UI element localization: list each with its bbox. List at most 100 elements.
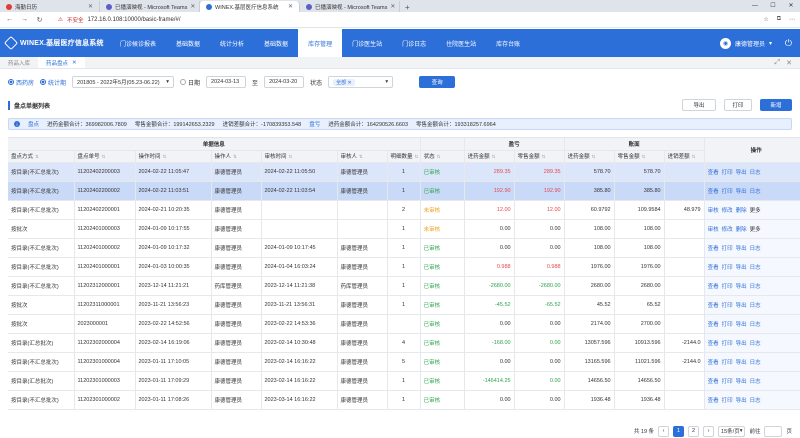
- column-header[interactable]: 审核人 ⇅: [337, 150, 388, 163]
- star-icon[interactable]: ☆: [763, 16, 768, 23]
- row-action-link[interactable]: 查看: [708, 189, 719, 195]
- row-action-link[interactable]: 日志: [750, 398, 761, 404]
- tab-close-icon[interactable]: ✕: [288, 3, 293, 10]
- row-action-link[interactable]: 导出: [736, 379, 747, 385]
- sort-icon[interactable]: ⇅: [289, 154, 293, 159]
- row-action-link[interactable]: 日志: [750, 303, 761, 309]
- table-row[interactable]: 按批次 2023000001 2023-02-22 14:52:56 康德管理员 202…: [8, 314, 800, 334]
- close-icon[interactable]: ✕: [782, 0, 800, 11]
- date-radio[interactable]: 日期: [180, 78, 200, 87]
- row-action-link[interactable]: 查看: [708, 265, 719, 271]
- row-action-link[interactable]: 打印: [722, 322, 733, 328]
- sort-icon[interactable]: ⇅: [592, 154, 596, 159]
- nav-item[interactable]: 门诊医生站: [342, 29, 392, 57]
- row-action-link[interactable]: 打印: [722, 303, 733, 309]
- status-chip[interactable]: 全部 ✕: [333, 78, 355, 86]
- reload-icon[interactable]: ↻: [35, 16, 44, 24]
- nav-item[interactable]: 门诊候诊报表: [110, 29, 166, 57]
- row-action-link[interactable]: 打印: [722, 189, 733, 195]
- tab-close-icon[interactable]: ✕: [72, 60, 77, 66]
- row-action-link[interactable]: 日志: [750, 322, 761, 328]
- url-text[interactable]: 172.16.0.108:10000/basic-frame/#/: [87, 17, 180, 23]
- sort-icon[interactable]: ⇅: [102, 154, 106, 159]
- row-action-link[interactable]: 日志: [750, 341, 761, 347]
- column-header[interactable]: 盘点方式 ⇅: [8, 150, 75, 163]
- minimize-icon[interactable]: —: [746, 0, 764, 11]
- user-menu[interactable]: ◉ 康德管理员 ▾: [719, 29, 772, 57]
- print-button[interactable]: 打印: [724, 99, 752, 111]
- date-from-field[interactable]: 2024-03-13: [206, 76, 247, 88]
- extensions-icon[interactable]: ⧉: [777, 16, 781, 23]
- row-action-link[interactable]: 导出: [736, 189, 747, 195]
- row-action-link[interactable]: 修改: [722, 208, 733, 214]
- row-action-link[interactable]: 更多: [750, 208, 761, 214]
- row-action-link[interactable]: 修改: [722, 227, 733, 233]
- row-action-link[interactable]: 查看: [708, 303, 719, 309]
- column-header[interactable]: 操作时间 ⇅: [135, 150, 212, 163]
- period-select[interactable]: 201805 - 2022年5月(05.23-06.22) ▾: [72, 76, 175, 88]
- row-action-link[interactable]: 导出: [736, 360, 747, 366]
- add-button[interactable]: 新增: [760, 99, 792, 111]
- table-row[interactable]: 按目录(不汇总批次) 11202401000001 2024-01-03 10:00…: [8, 257, 800, 277]
- sort-icon[interactable]: ⇅: [642, 154, 646, 159]
- column-header[interactable]: 明细数量 ⇅: [387, 150, 421, 163]
- sort-icon[interactable]: ⇅: [492, 154, 496, 159]
- nav-item[interactable]: 住院医生站: [436, 29, 486, 57]
- date-to-field[interactable]: 2024-03-20: [264, 76, 305, 88]
- row-action-link[interactable]: 日志: [750, 265, 761, 271]
- row-action-link[interactable]: 导出: [736, 265, 747, 271]
- pharmacy-radio[interactable]: 西药房: [8, 78, 34, 87]
- table-row[interactable]: 按目录(不汇总批次) 11202402200001 2024-02-21 10:20…: [8, 200, 800, 220]
- column-header[interactable]: 操作人 ⇅: [211, 150, 262, 163]
- page-size-select[interactable]: 15条/页 ▾: [718, 425, 746, 437]
- row-action-link[interactable]: 删除: [736, 227, 747, 233]
- table-row[interactable]: 按目录(不汇总批次) 11202402200003 2024-02-22 11:05…: [8, 162, 800, 182]
- row-action-link[interactable]: 日志: [750, 379, 761, 385]
- page-2-button[interactable]: 2: [688, 425, 700, 437]
- row-action-link[interactable]: 打印: [722, 360, 733, 366]
- row-action-link[interactable]: 导出: [736, 341, 747, 347]
- sort-icon[interactable]: ⇅: [233, 154, 237, 159]
- column-header[interactable]: 进销差额 ⇅: [664, 150, 705, 163]
- nav-item[interactable]: 基础数据: [254, 29, 298, 57]
- row-action-link[interactable]: 查看: [708, 284, 719, 290]
- row-action-link[interactable]: 查看: [708, 341, 719, 347]
- table-row[interactable]: 按批次 11202311000001 2023-11-21 13:56:23 康德管理…: [8, 295, 800, 315]
- goto-page-input[interactable]: [764, 425, 783, 437]
- table-row[interactable]: 按目录(汇总批次) 11202301000003 2023-01-11 17:09:…: [8, 371, 800, 391]
- row-action-link[interactable]: 日志: [750, 189, 761, 195]
- row-action-link[interactable]: 导出: [736, 170, 747, 176]
- sort-icon[interactable]: ⇅: [163, 154, 167, 159]
- nav-item[interactable]: 统计分析: [210, 29, 254, 57]
- row-action-link[interactable]: 打印: [722, 284, 733, 290]
- tab-drug-inbound[interactable]: 药品入库: [0, 57, 38, 68]
- query-button[interactable]: 查询: [419, 76, 456, 88]
- url-field[interactable]: ⚠ 不安全 172.16.0.108:10000/basic-frame/#/: [58, 16, 181, 24]
- tab-close-icon[interactable]: ✕: [190, 3, 195, 10]
- tab-close-icon[interactable]: ✕: [88, 3, 93, 10]
- sort-icon[interactable]: ⇅: [359, 154, 363, 159]
- back-icon[interactable]: ←: [5, 16, 14, 23]
- sort-icon[interactable]: ⇅: [35, 154, 39, 159]
- row-action-link[interactable]: 打印: [722, 341, 733, 347]
- browser-tab[interactable]: WINEX.基层医疗信息系统 ✕: [200, 1, 300, 12]
- row-action-link[interactable]: 日志: [750, 360, 761, 366]
- row-action-link[interactable]: 导出: [736, 322, 747, 328]
- table-row[interactable]: 按目录(不汇总批次) 11202312000001 2023-12-14 11:21…: [8, 276, 800, 296]
- tab-drug-inventory[interactable]: 药品盘点 ✕: [38, 57, 85, 68]
- nav-item[interactable]: 库存管理: [298, 29, 343, 57]
- column-header[interactable]: 状态 ⇅: [420, 150, 465, 163]
- nav-item[interactable]: 门诊日志: [392, 29, 436, 57]
- row-action-link[interactable]: 查看: [708, 246, 719, 252]
- row-action-link[interactable]: 查看: [708, 170, 719, 176]
- column-header[interactable]: 零售金额 ⇅: [514, 150, 565, 163]
- browser-tab[interactable]: 已播演映视 - Microsoft Teams ✕: [300, 1, 400, 12]
- tab-close-icon[interactable]: ✕: [390, 3, 395, 10]
- page-1-button[interactable]: 1: [673, 425, 685, 437]
- sort-icon[interactable]: ⇅: [437, 154, 441, 159]
- row-action-link[interactable]: 日志: [750, 284, 761, 290]
- row-action-link[interactable]: 查看: [708, 360, 719, 366]
- column-header[interactable]: 零售金额 ⇅: [614, 150, 665, 163]
- close-all-icon[interactable]: ✕: [786, 59, 792, 67]
- prev-page-button[interactable]: ‹: [658, 425, 670, 437]
